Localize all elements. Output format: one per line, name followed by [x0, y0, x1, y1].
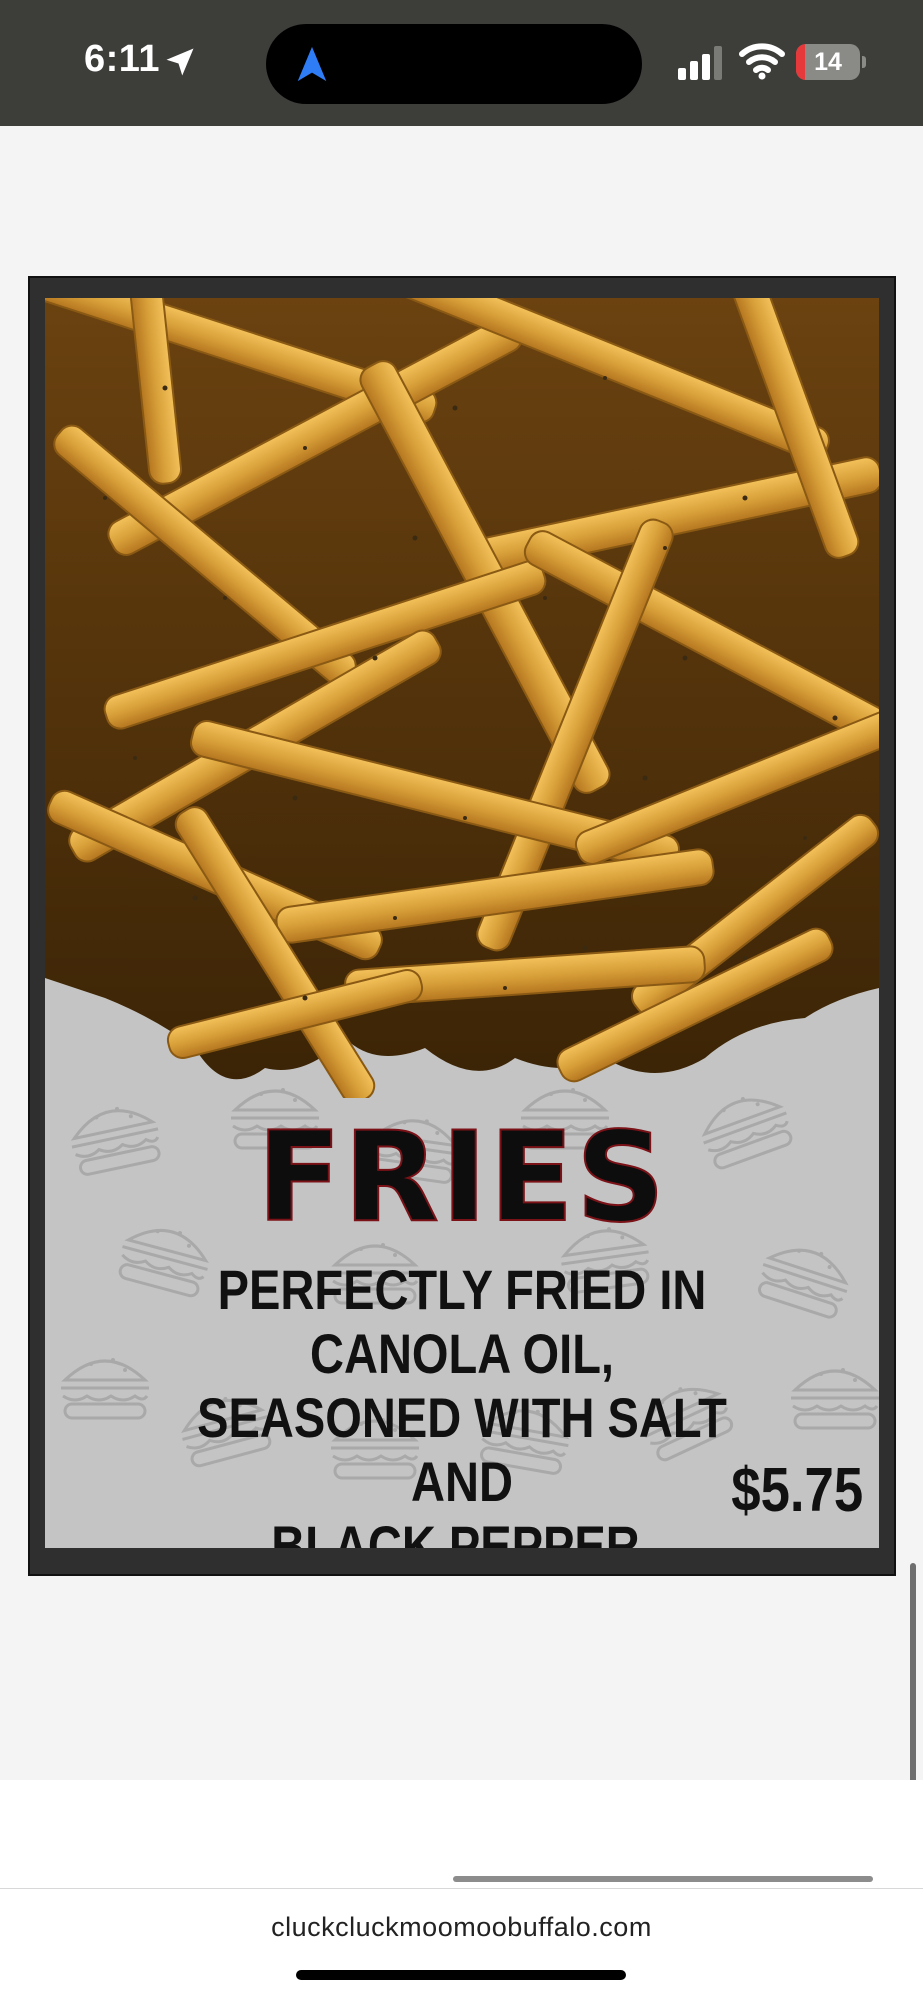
item-price: $5.75	[731, 1456, 863, 1525]
browser-bottom-bar: cluckcluckmoomoobuffalo.com	[0, 1780, 923, 2000]
wifi-icon	[739, 43, 785, 80]
battery-icon: 14	[796, 44, 866, 80]
menu-card-inner: FRIES PERFECTLY FRIED IN CANOLA OIL, SEA…	[45, 298, 879, 1548]
address-bar-url[interactable]: cluckcluckmoomoobuffalo.com	[0, 1912, 923, 1943]
home-indicator[interactable]	[296, 1970, 626, 1980]
cellular-signal-icon	[678, 46, 722, 80]
dynamic-island[interactable]	[266, 24, 642, 104]
location-arrow-icon	[166, 48, 194, 76]
navigation-icon	[297, 46, 327, 82]
fries-photo	[45, 298, 879, 1098]
web-content[interactable]: FRIES PERFECTLY FRIED IN CANOLA OIL, SEA…	[0, 126, 923, 1793]
page-load-indicator	[453, 1876, 873, 1882]
description-line: SEASONED WITH SALT AND	[197, 1386, 727, 1513]
item-title: FRIES	[256, 1106, 668, 1250]
description-line: BLACK PEPPER.	[271, 1514, 653, 1548]
scrollbar-thumb[interactable]	[910, 1563, 916, 1793]
status-time: 6:11	[84, 38, 160, 80]
item-description: PERFECTLY FRIED IN CANOLA OIL, SEASONED …	[162, 1258, 762, 1548]
battery-level: 14	[814, 48, 842, 76]
description-line: PERFECTLY FRIED IN CANOLA OIL,	[217, 1258, 707, 1385]
menu-card: FRIES PERFECTLY FRIED IN CANOLA OIL, SEA…	[28, 276, 896, 1576]
bar-divider	[0, 1888, 923, 1889]
status-bar: 6:11 14	[0, 0, 923, 126]
